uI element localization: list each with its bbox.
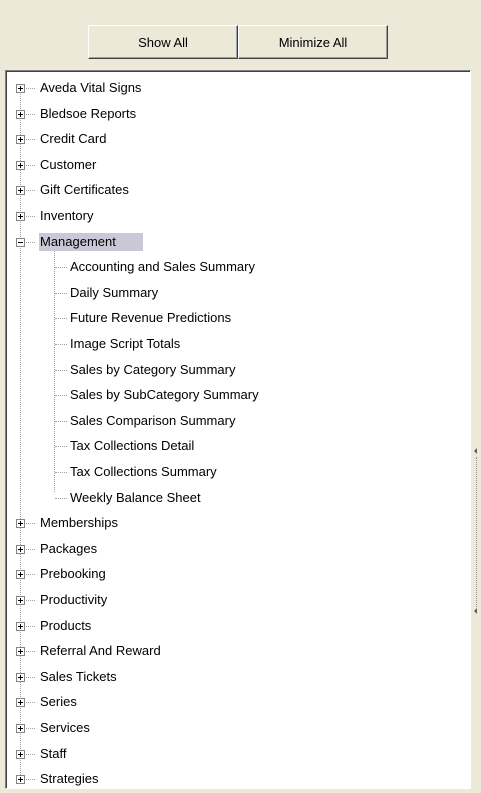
tree-item[interactable]: Productivity — [40, 590, 107, 610]
collapse-arrow-icon[interactable] — [474, 448, 477, 454]
tree-child-item[interactable]: Accounting and Sales Summary — [70, 257, 255, 277]
tree-item[interactable]: Customer — [40, 155, 96, 175]
tree-item[interactable]: Gift Certificates — [40, 180, 129, 200]
tree-child-item[interactable]: Future Revenue Predictions — [70, 308, 231, 328]
expand-icon[interactable] — [16, 621, 25, 631]
tree-connector-line — [55, 344, 67, 345]
tree-connector-line — [55, 446, 67, 448]
minimize-all-button[interactable]: Minimize All — [238, 25, 388, 59]
tree-item[interactable]: Bledsoe Reports — [40, 104, 136, 124]
splitter-grip — [476, 457, 477, 607]
tree-item[interactable]: Management — [40, 232, 116, 252]
toolbar: Show All Minimize All — [0, 0, 481, 70]
tree-connector-line — [55, 292, 67, 294]
tree-connector-line — [55, 472, 67, 473]
tree-connector-line — [55, 497, 67, 499]
tree-connector-line — [55, 267, 67, 269]
tree-connector-line — [55, 420, 67, 422]
tree-connector-line — [54, 250, 55, 492]
expand-icon[interactable] — [16, 647, 25, 657]
tree-item[interactable]: Memberships — [40, 513, 118, 533]
tree-item[interactable]: Services — [40, 718, 90, 738]
tree-child-item[interactable]: Sales by SubCategory Summary — [70, 385, 259, 405]
tree-item[interactable]: Staff — [40, 744, 67, 764]
tree-item[interactable]: Inventory — [40, 206, 93, 226]
tree-item[interactable]: Prebooking — [40, 564, 106, 584]
report-tree[interactable]: Aveda Vital Signs Bledsoe Reports Credit C… — [5, 70, 471, 789]
expand-icon[interactable] — [16, 84, 25, 93]
tree-item[interactable]: Aveda Vital Signs — [40, 78, 141, 98]
collapse-arrow-icon[interactable] — [474, 608, 477, 614]
expand-icon[interactable] — [16, 160, 25, 170]
expand-icon[interactable] — [16, 775, 25, 785]
expand-icon[interactable] — [16, 212, 25, 221]
expand-icon[interactable] — [16, 749, 25, 759]
tree-item[interactable]: Packages — [40, 539, 97, 559]
expand-icon[interactable] — [16, 672, 25, 682]
tree-item[interactable]: Sales Tickets — [40, 667, 117, 687]
tree-child-item[interactable]: Daily Summary — [70, 283, 158, 303]
tree-item[interactable]: Strategies — [40, 769, 99, 788]
tree-child-item[interactable]: Tax Collections Summary — [70, 462, 217, 482]
expand-icon[interactable] — [16, 109, 25, 119]
tree-item[interactable]: Referral And Reward — [40, 641, 161, 661]
expand-icon[interactable] — [16, 186, 25, 196]
expand-icon[interactable] — [16, 724, 25, 733]
expand-icon[interactable] — [16, 570, 25, 580]
tree-connector-line — [55, 395, 67, 397]
tree-item[interactable]: Products — [40, 616, 91, 636]
collapse-icon[interactable] — [16, 237, 25, 247]
expand-icon[interactable] — [16, 596, 25, 605]
tree-child-item[interactable]: Image Script Totals — [70, 334, 180, 354]
expand-icon[interactable] — [16, 698, 25, 708]
tree-child-item[interactable]: Sales Comparison Summary — [70, 411, 235, 431]
tree-item[interactable]: Series — [40, 692, 77, 712]
tree-item[interactable]: Credit Card — [40, 129, 106, 149]
tree-connector-line — [55, 318, 67, 320]
tree-child-item[interactable]: Sales by Category Summary — [70, 360, 235, 380]
tree-connector-line — [55, 369, 67, 371]
splitter-edge[interactable] — [471, 0, 481, 793]
expand-icon[interactable] — [16, 544, 25, 554]
show-all-button[interactable]: Show All — [88, 25, 238, 59]
expand-icon[interactable] — [16, 519, 25, 529]
tree-child-item[interactable]: Weekly Balance Sheet — [70, 488, 201, 508]
tree-child-item[interactable]: Tax Collections Detail — [70, 436, 194, 456]
expand-icon[interactable] — [16, 135, 25, 145]
